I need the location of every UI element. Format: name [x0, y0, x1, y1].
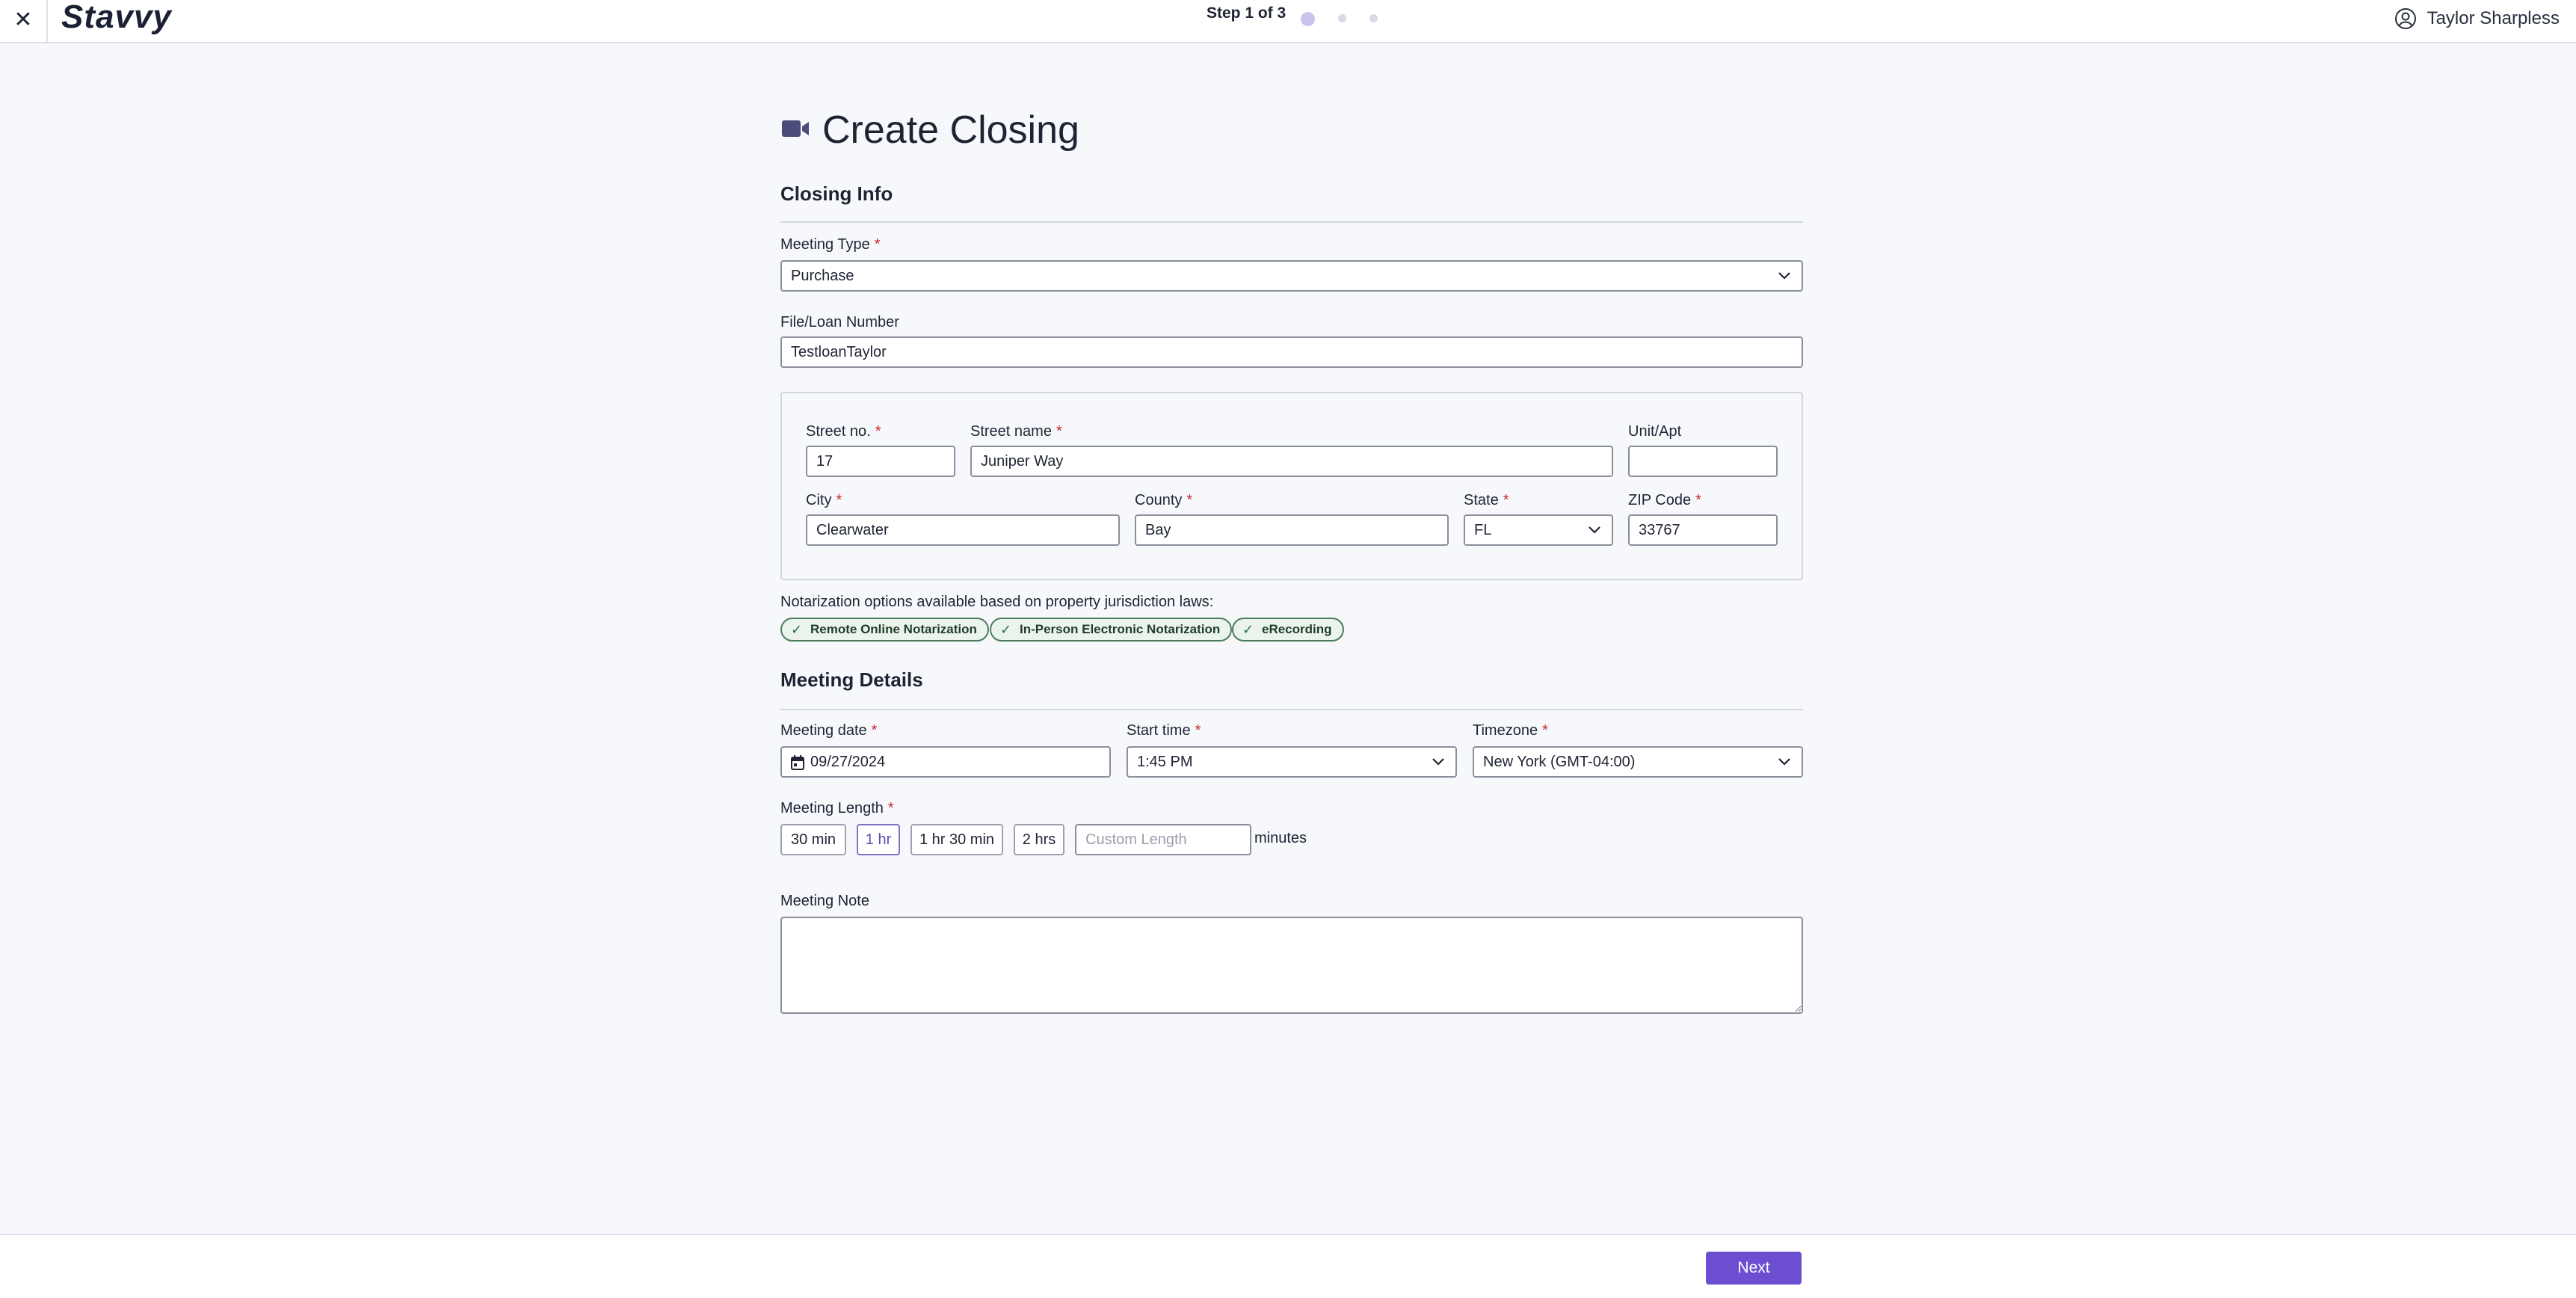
closing-info-divider	[780, 221, 1803, 223]
check-icon: ✓	[791, 622, 803, 637]
next-button[interactable]: Next	[1706, 1252, 1802, 1285]
user-menu[interactable]: Taylor Sharpless	[2394, 7, 2560, 30]
meeting-note-textarea[interactable]	[780, 917, 1803, 1014]
meeting-details-heading: Meeting Details	[780, 668, 923, 691]
meeting-length-label: Meeting Length *	[780, 800, 894, 816]
timezone-label: Timezone *	[1473, 722, 1548, 739]
closing-info-heading: Closing Info	[780, 182, 893, 205]
step-indicator-label: Step 1 of 3	[1207, 4, 1287, 22]
length-2-hrs-button[interactable]: 2 hrs	[1014, 824, 1064, 855]
chevron-down-icon	[1432, 758, 1444, 766]
custom-length-input[interactable]	[1075, 824, 1251, 855]
state-label: State *	[1464, 492, 1509, 508]
chevron-down-icon	[1778, 758, 1790, 766]
meeting-type-select[interactable]: Purchase	[780, 260, 1803, 292]
stavvy-logo: Stavvy	[61, 0, 172, 35]
header-divider	[46, 0, 48, 43]
file-loan-input[interactable]	[780, 336, 1803, 368]
badge-remote-online-notarization: ✓ Remote Online Notarization	[780, 618, 989, 642]
user-name: Taylor Sharpless	[2426, 8, 2560, 28]
check-icon: ✓	[1242, 622, 1254, 637]
user-avatar-icon	[2394, 7, 2417, 30]
step-dot-3	[1369, 14, 1378, 22]
meeting-details-divider	[780, 709, 1803, 710]
length-1-hr-button[interactable]: 1 hr	[857, 824, 900, 855]
minutes-unit-label: minutes	[1254, 830, 1307, 846]
chevron-down-icon	[1778, 272, 1790, 280]
start-time-label: Start time *	[1127, 722, 1201, 739]
state-select[interactable]: FL	[1464, 514, 1613, 546]
step-dot-2	[1338, 14, 1346, 22]
street-name-label: Street name *	[970, 423, 1062, 440]
meeting-date-input[interactable]: 09/27/2024	[780, 746, 1111, 778]
check-icon: ✓	[1000, 622, 1012, 637]
chevron-down-icon	[1589, 526, 1600, 534]
unit-apt-input[interactable]	[1628, 446, 1778, 477]
street-no-input[interactable]	[806, 446, 955, 477]
close-icon[interactable]: ✕	[10, 6, 36, 34]
start-time-select[interactable]: 1:45 PM	[1127, 746, 1457, 778]
badge-in-person-electronic-notarization: ✓ In-Person Electronic Notarization	[990, 618, 1233, 642]
street-no-label: Street no. *	[806, 423, 881, 440]
county-input[interactable]	[1135, 514, 1449, 546]
video-camera-icon	[780, 117, 810, 144]
step-progress-dots	[1301, 10, 1401, 26]
city-label: City *	[806, 492, 842, 508]
zip-label: ZIP Code *	[1628, 492, 1701, 508]
meeting-note-label: Meeting Note	[780, 893, 869, 909]
length-30-min-button[interactable]: 30 min	[780, 824, 846, 855]
property-address-panel	[780, 392, 1803, 580]
step-dot-1	[1301, 12, 1315, 26]
length-1-hr-30-min-button[interactable]: 1 hr 30 min	[910, 824, 1003, 855]
meeting-type-label: Meeting Type *	[780, 236, 881, 253]
notarization-options-text: Notarization options available based on …	[780, 594, 1214, 610]
calendar-icon	[791, 755, 804, 770]
footer-bar: Next	[0, 1234, 2576, 1298]
zip-input[interactable]	[1628, 514, 1778, 546]
street-name-input[interactable]	[970, 446, 1613, 477]
page-title: Create Closing	[822, 108, 1079, 152]
badge-erecording: ✓ eRecording	[1232, 618, 1344, 642]
meeting-date-label: Meeting date *	[780, 722, 878, 739]
file-loan-label: File/Loan Number	[780, 314, 899, 330]
timezone-select[interactable]: New York (GMT-04:00)	[1473, 746, 1803, 778]
top-bar: ✕ Stavvy Step 1 of 3 Taylor Sharpless	[0, 0, 2576, 43]
page-title-row: Create Closing	[780, 108, 1079, 153]
county-label: County *	[1135, 492, 1193, 508]
unit-apt-label: Unit/Apt	[1628, 423, 1682, 440]
city-input[interactable]	[806, 514, 1120, 546]
